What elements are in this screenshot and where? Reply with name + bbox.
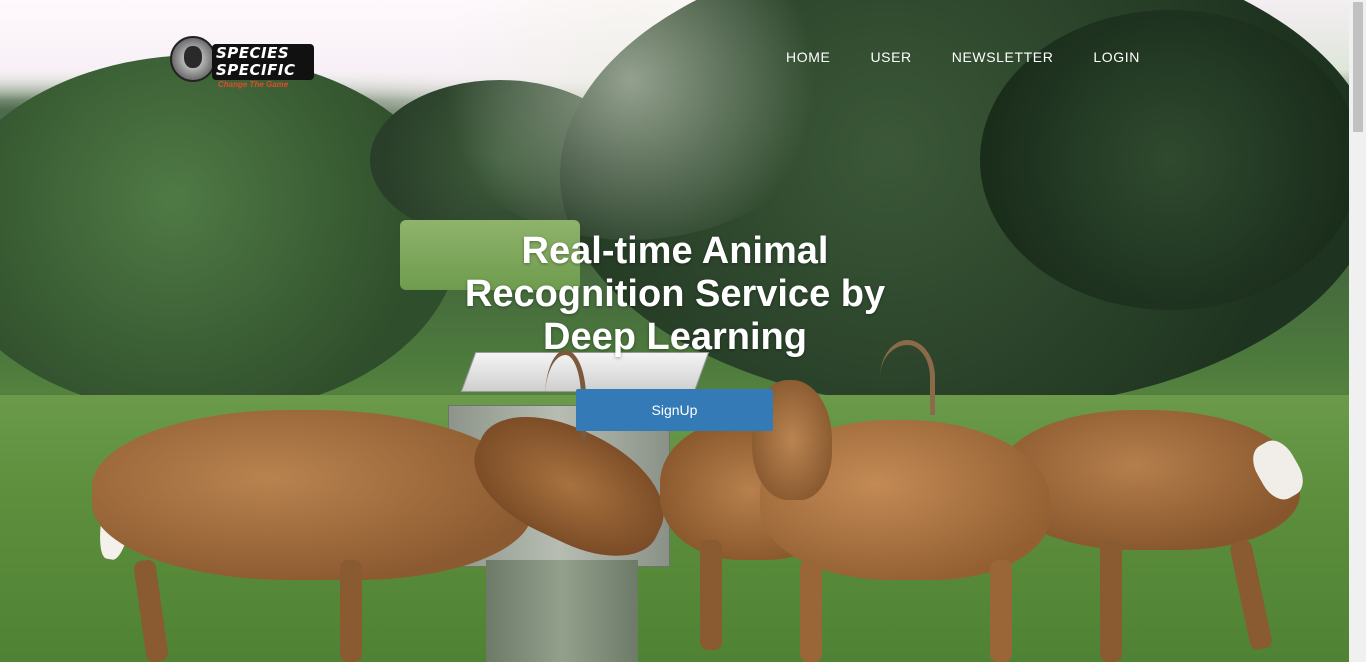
deer-leg: [700, 540, 722, 650]
main-nav: HOME USER NEWSLETTER LOGIN: [766, 48, 1160, 66]
signup-button[interactable]: SignUp: [576, 389, 773, 431]
logo-text-line1: SPECIES: [216, 44, 290, 62]
nav-user[interactable]: USER: [850, 48, 931, 66]
tree-left: [0, 55, 460, 415]
deer-leg: [800, 560, 822, 662]
scrollbar-thumb[interactable]: [1353, 2, 1363, 132]
deer-head-icon: [170, 36, 216, 82]
deer-leg: [990, 560, 1012, 662]
logo-tagline: Change The Game: [218, 80, 289, 89]
deer-body: [92, 410, 532, 580]
logo-text-line2: SPECIFIC: [216, 61, 296, 79]
nav-home[interactable]: HOME: [766, 48, 850, 66]
brand-logo[interactable]: SPECIES SPECIFIC Change The Game: [168, 30, 318, 92]
nav-login[interactable]: LOGIN: [1073, 48, 1160, 66]
deer-leg: [340, 560, 362, 662]
page-scrollbar[interactable]: [1349, 0, 1366, 662]
feeder-post: [486, 560, 638, 662]
nav-newsletter[interactable]: NEWSLETTER: [932, 48, 1074, 66]
hero-headline: Real-time Animal Recognition Service by …: [464, 230, 886, 358]
deer-leg: [1100, 540, 1122, 662]
hero-background: SPECIES SPECIFIC Change The Game HOME US…: [0, 0, 1349, 662]
